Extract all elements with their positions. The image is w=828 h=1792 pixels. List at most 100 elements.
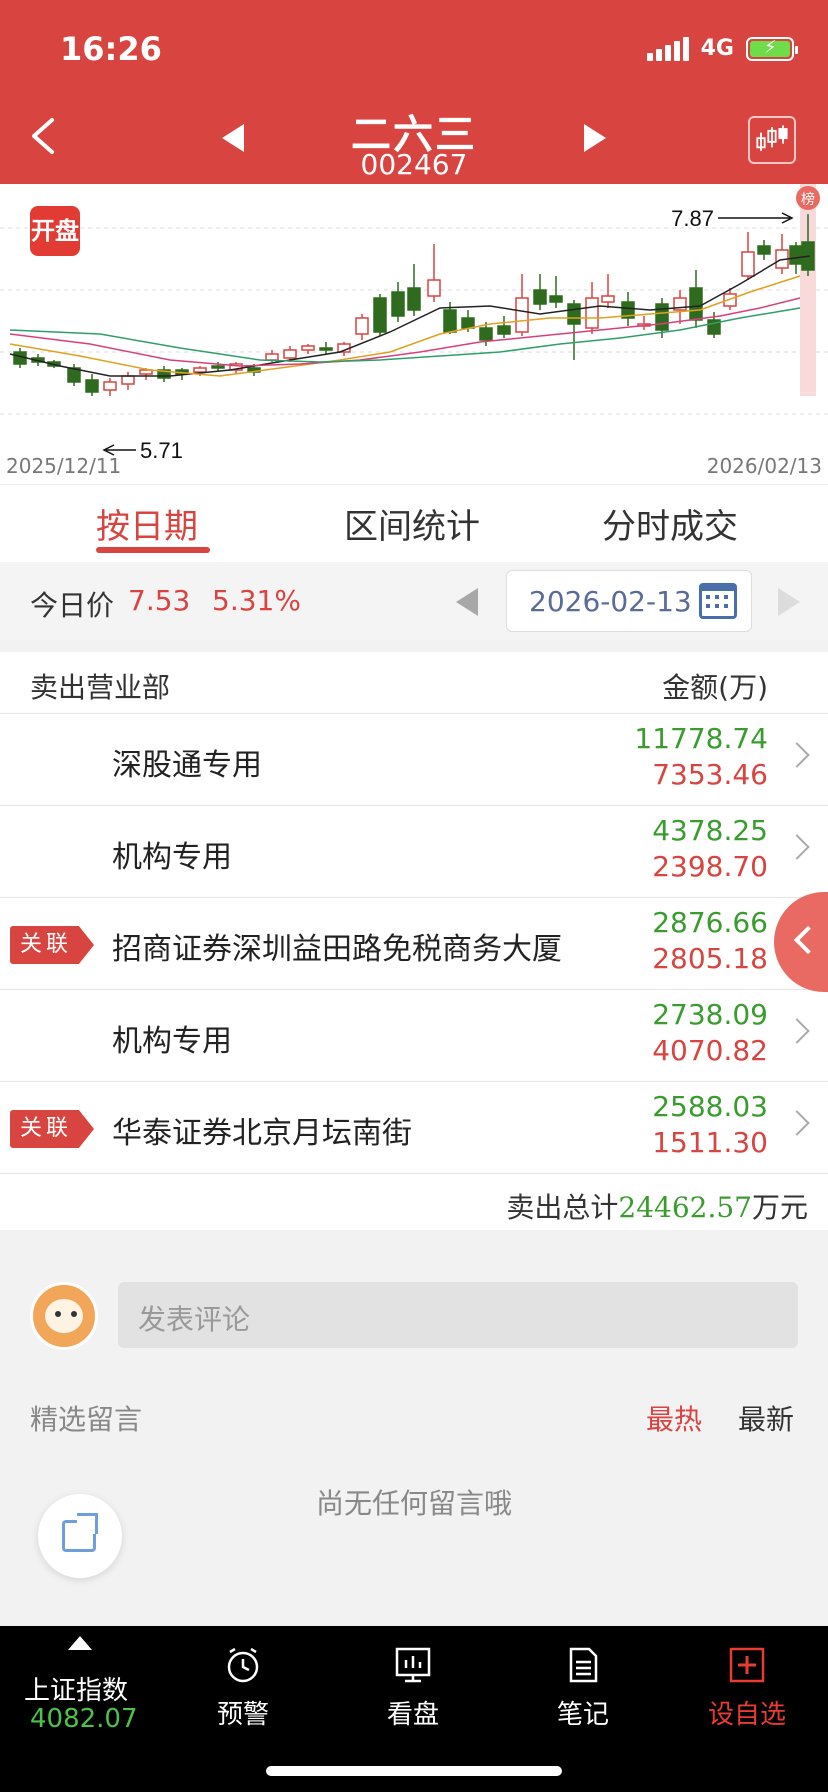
candlestick-chart-icon[interactable]	[748, 116, 796, 164]
table-row[interactable]: 深股通专用 11778.74 7353.46	[0, 714, 828, 806]
note-icon	[569, 1647, 598, 1683]
monitor-chart-icon	[395, 1647, 431, 1683]
total-suffix: 万元	[751, 1191, 808, 1224]
candle-up	[601, 295, 615, 303]
prev-date-icon[interactable]	[456, 588, 478, 616]
related-tag[interactable]: 关联	[10, 1110, 94, 1148]
empty-comments-text: 尚无任何留言哦	[315, 1487, 512, 1520]
nav-alert-label: 预警	[216, 1700, 269, 1730]
total-prefix: 卖出总计	[506, 1191, 619, 1224]
candle-up	[121, 375, 135, 385]
status-bar-right: 4G ⚡	[646, 36, 798, 61]
chevron-right-icon	[784, 742, 810, 768]
calendar-icon	[699, 583, 737, 619]
avatar[interactable]	[30, 1282, 98, 1350]
today-change-pct: 5.31%	[212, 584, 301, 617]
add-square-icon	[729, 1647, 765, 1683]
chart-start-date: 2025/12/11	[6, 454, 122, 478]
open-badge[interactable]: 开盘	[30, 206, 80, 256]
nav-watch-label: 看盘	[386, 1700, 439, 1730]
share-button[interactable]	[38, 1494, 122, 1578]
candle-down	[461, 317, 475, 329]
status-time: 16:26	[60, 30, 162, 68]
index-value: 4082.07	[30, 1704, 138, 1734]
comment-input[interactable]: 发表评论	[118, 1282, 798, 1348]
share-icon	[62, 1513, 98, 1552]
sell-amount: 2805.18	[652, 942, 768, 975]
candle-up	[355, 317, 369, 335]
tab-underline	[96, 547, 210, 553]
nav-add-label: 设自选	[707, 1700, 786, 1730]
chevron-left-icon	[793, 925, 823, 955]
nav-alert[interactable]: 预警	[160, 1626, 326, 1746]
sell-amount: 2398.70	[652, 850, 768, 883]
candle-up	[741, 251, 755, 277]
broker-name: 招商证券深圳益田路免税商务大厦	[112, 932, 562, 967]
header: 16:26 4G ⚡ 二六三 002467	[0, 0, 828, 184]
candle-down	[789, 245, 803, 265]
tab-bar: 按日期 区间统计 分时成交	[0, 484, 828, 562]
candle-up	[283, 349, 297, 359]
table-header: 卖出营业部 金额(万)	[0, 652, 828, 714]
table-row[interactable]: 关联 华泰证券北京月坛南街 2588.03 1511.30	[0, 1082, 828, 1174]
today-price-value: 7.53	[128, 584, 191, 617]
sort-newest[interactable]: 最新	[738, 1398, 794, 1438]
rank-tag-label: 榜	[801, 191, 815, 208]
today-price-label: 今日价	[30, 589, 115, 622]
buy-amount: 2588.03	[652, 1090, 768, 1123]
chevron-right-icon	[784, 1018, 810, 1044]
index-label: 上证指数	[24, 1676, 129, 1706]
sell-amount: 1511.30	[652, 1126, 768, 1159]
candle-down	[85, 379, 99, 393]
broker-table: 卖出营业部 金额(万) 深股通专用 11778.74 7353.46 机构专用 …	[0, 652, 828, 1230]
nav-add-watchlist[interactable]: 设自选	[664, 1626, 828, 1746]
candle-down	[479, 327, 493, 341]
next-date-icon[interactable]	[778, 588, 800, 616]
tab-by-date[interactable]: 按日期	[96, 499, 198, 548]
kline-chart[interactable]: 7.87 5.71 榜 开盘 2025/12/11 2026/02/13	[0, 184, 828, 484]
sell-total-row: 卖出总计24462.57万元	[0, 1174, 828, 1230]
candle-down	[689, 287, 703, 321]
network-label: 4G	[700, 36, 734, 61]
related-tag[interactable]: 关联	[10, 926, 94, 964]
candle-down	[373, 297, 387, 333]
candle-down	[567, 303, 581, 325]
candle-down	[655, 303, 669, 331]
date-value: 2026-02-13	[529, 585, 692, 618]
candle-down	[407, 287, 421, 311]
candle-down	[391, 291, 405, 317]
sell-amount: 4070.82	[652, 1034, 768, 1067]
candle-up	[265, 353, 279, 361]
high-price-label: 7.87	[671, 206, 714, 231]
tab-interval-stats[interactable]: 区间统计	[344, 499, 480, 548]
sell-amount: 7353.46	[652, 758, 768, 791]
next-stock-icon[interactable]	[584, 124, 606, 152]
table-row[interactable]: 机构专用 4378.25 2398.70	[0, 806, 828, 898]
chevron-right-icon	[784, 1110, 810, 1136]
date-picker[interactable]: 2026-02-13	[506, 570, 752, 632]
candle-down	[757, 245, 771, 255]
nav-notes[interactable]: 笔记	[500, 1626, 666, 1746]
nav-notes-label: 笔记	[556, 1700, 609, 1730]
alarm-clock-icon	[227, 1647, 259, 1683]
buy-amount: 2738.09	[652, 998, 768, 1031]
broker-name: 深股通专用	[112, 748, 262, 783]
home-indicator[interactable]	[266, 1766, 562, 1776]
candle-up	[103, 381, 117, 391]
sort-hot[interactable]: 最热	[646, 1398, 702, 1438]
total-value: 24462.57	[618, 1191, 752, 1224]
chart-end-date: 2026/02/13	[706, 454, 822, 478]
signal-icon	[646, 36, 689, 61]
candle-down	[443, 309, 457, 333]
table-row[interactable]: 关联 招商证券深圳益田路免税商务大厦 2876.66 2805.18	[0, 898, 828, 990]
nav-watch[interactable]: 看盘	[330, 1626, 496, 1746]
candle-up	[515, 297, 529, 333]
low-price-label: 5.71	[140, 438, 183, 463]
nav-index[interactable]: 上证指数 4082.07	[0, 1626, 166, 1746]
broker-name: 华泰证券北京月坛南街	[112, 1116, 412, 1151]
candle-down	[497, 325, 511, 335]
tab-timeshare-trades[interactable]: 分时成交	[602, 499, 738, 548]
moving-average-line	[9, 275, 801, 377]
buy-amount: 4378.25	[652, 814, 768, 847]
table-row[interactable]: 机构专用 2738.09 4070.82	[0, 990, 828, 1082]
